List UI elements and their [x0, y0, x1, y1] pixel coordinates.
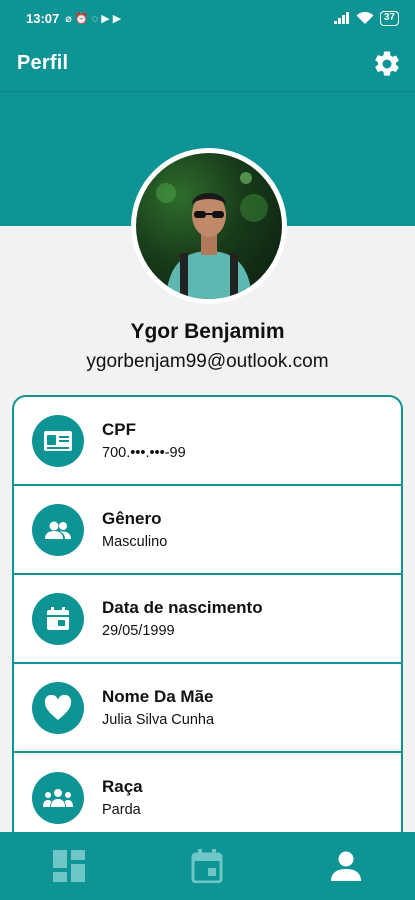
info-card: CPF 700.•••.•••-99 Gênero Masculino Data… [12, 395, 403, 845]
row-value: Parda [102, 802, 141, 818]
app-bar: Perfil [0, 36, 415, 92]
heart-icon [32, 681, 84, 734]
nav-calendar[interactable] [167, 836, 247, 896]
status-right: 37 [333, 10, 399, 26]
nav-profile[interactable] [306, 836, 386, 896]
row-label: Data de nascimento [102, 598, 263, 617]
group-icon [32, 771, 84, 824]
status-time: 13:07 [26, 10, 60, 26]
profile-email: ygorbenjam99@outlook.com [86, 351, 329, 372]
row-text: CPF 700.•••.•••-99 [102, 420, 186, 461]
row-value: 29/05/1999 [102, 623, 175, 639]
page-title: Perfil [17, 52, 69, 74]
calendar-icon [191, 849, 223, 883]
notification-icons: ⌀ ⏰ ◌ ▶ ▶ [65, 12, 122, 25]
wifi-icon [356, 11, 374, 24]
info-row-cpf[interactable]: CPF 700.•••.•••-99 [14, 397, 401, 486]
battery-level: 37 [383, 12, 395, 23]
dashboard-icon [53, 850, 86, 882]
profile-photo [136, 153, 282, 299]
bottom-nav [0, 832, 415, 900]
row-value: 700.•••.•••-99 [102, 445, 186, 461]
info-row-nome-mae[interactable]: Nome Da Mãe Julia Silva Cunha [14, 664, 401, 753]
profile-name: Ygor Benjamim [130, 320, 285, 343]
row-label: CPF [102, 420, 136, 439]
row-value: Masculino [102, 534, 168, 550]
row-value: Julia Silva Cunha [102, 712, 215, 728]
battery-icon: 37 [379, 10, 399, 26]
signal-icon [333, 12, 349, 24]
id-card-icon [32, 414, 84, 467]
row-label: Nome Da Mãe [102, 687, 214, 706]
gear-icon [375, 50, 399, 76]
people-icon [32, 503, 84, 556]
calendar-icon [32, 592, 84, 645]
row-text: Raça Parda [102, 777, 143, 818]
row-text: Nome Da Mãe Julia Silva Cunha [102, 687, 214, 728]
settings-button[interactable] [369, 46, 405, 82]
person-icon [330, 851, 361, 881]
info-row-data-nascimento[interactable]: Data de nascimento 29/05/1999 [14, 575, 401, 664]
row-text: Data de nascimento 29/05/1999 [102, 598, 263, 639]
row-label: Raça [102, 777, 143, 796]
info-row-genero[interactable]: Gênero Masculino [14, 486, 401, 575]
avatar[interactable] [131, 148, 287, 304]
row-label: Gênero [102, 509, 162, 528]
status-left: 13:07 ⌀ ⏰ ◌ ▶ ▶ [26, 11, 121, 26]
nav-dashboard[interactable] [29, 836, 109, 896]
info-row-raca[interactable]: Raça Parda [14, 753, 401, 842]
person-photo-illustration [156, 172, 268, 299]
row-text: Gênero Masculino [102, 509, 167, 550]
status-bar: 13:07 ⌀ ⏰ ◌ ▶ ▶ 37 [0, 0, 415, 36]
